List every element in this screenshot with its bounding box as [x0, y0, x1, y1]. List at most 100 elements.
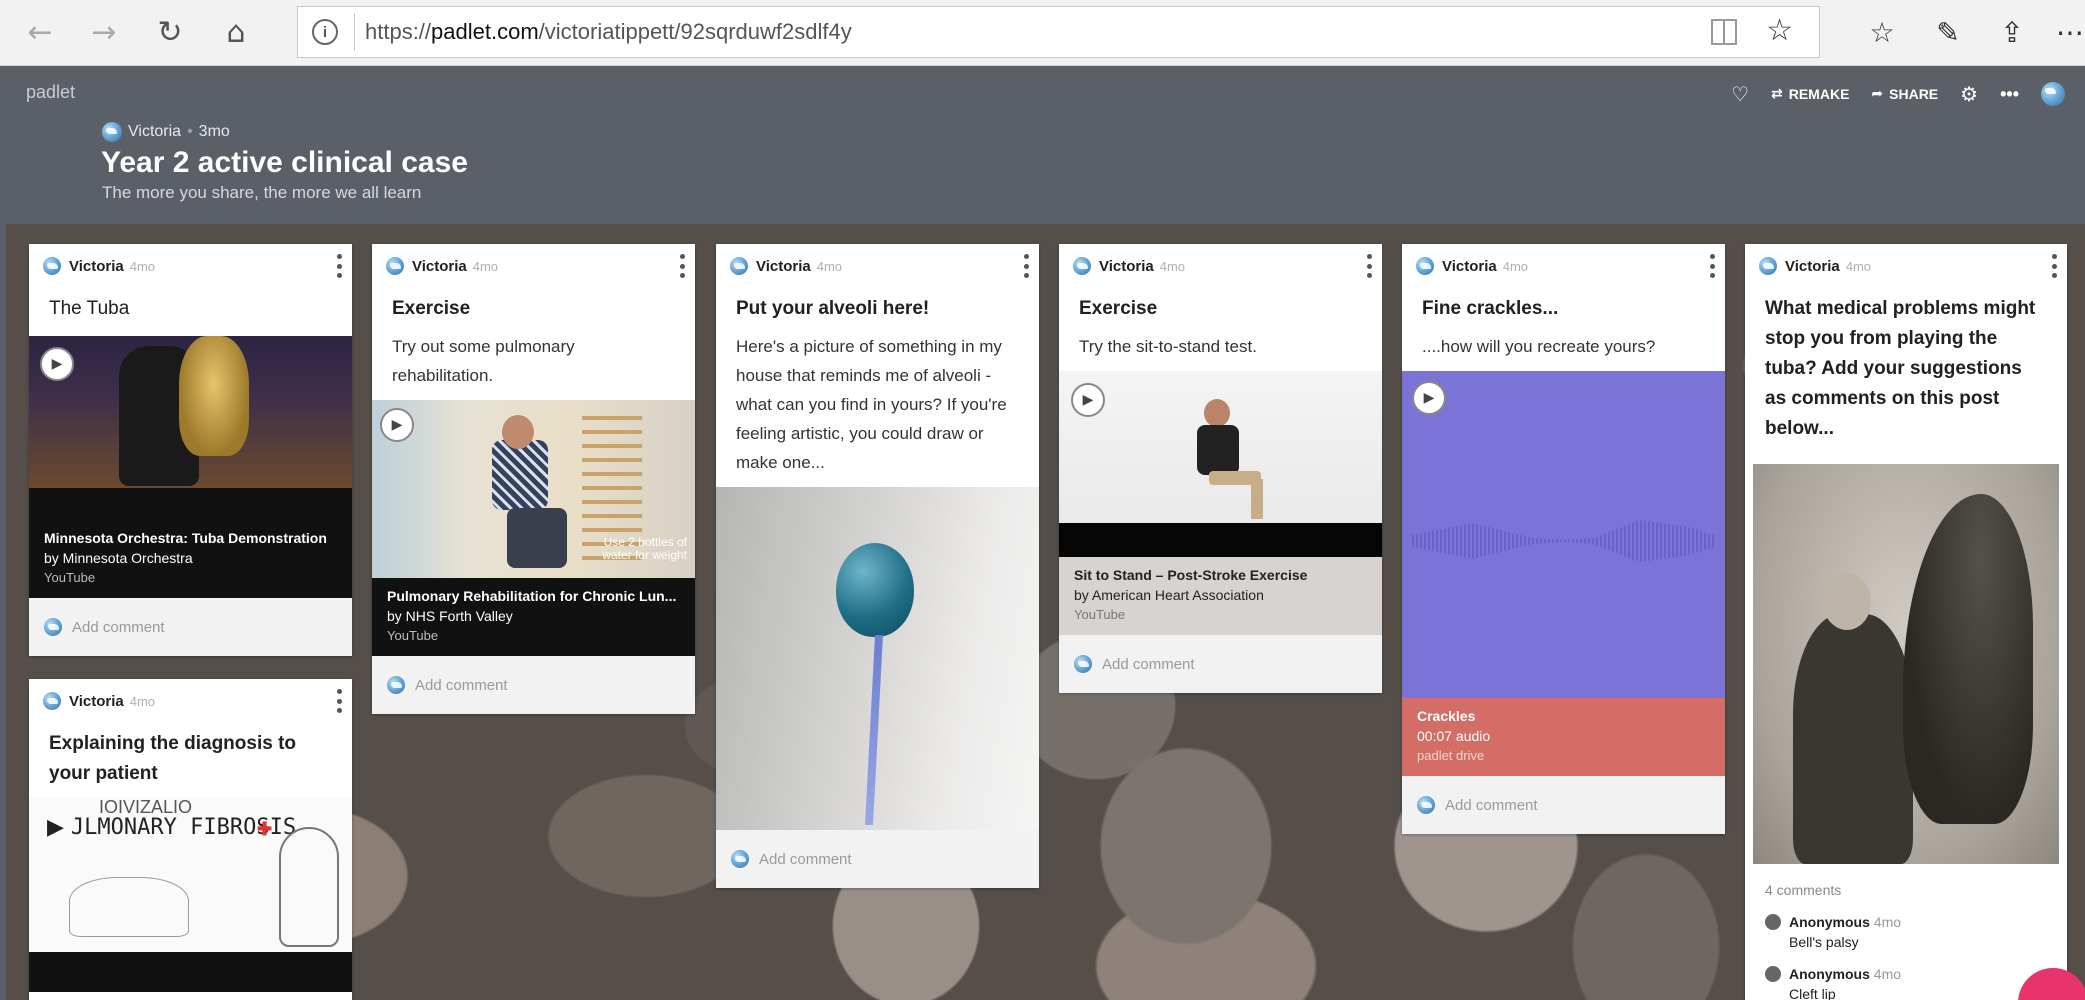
post-body: ....how will you recreate yours? [1422, 337, 1656, 356]
more-icon[interactable]: ⋯ [2050, 12, 2085, 52]
share-button[interactable]: ➦ SHARE [1871, 86, 1938, 102]
browser-toolbar: ← → ↻ ⌂ i https://padlet.com/victoriatip… [0, 0, 2085, 66]
audio-waveform [1412, 520, 1715, 562]
post-menu-icon[interactable] [679, 254, 685, 278]
post-header: Victoria 4mo [29, 244, 352, 288]
post-header: Victoria 4mo [1059, 244, 1382, 288]
video-thumbnail[interactable]: Use 2 bottles of water for weight ▶ [372, 400, 695, 578]
post-menu-icon[interactable] [1023, 254, 1029, 278]
settings-icon[interactable]: ⚙ [1960, 82, 1978, 106]
post-body: Try out some pulmonary rehabilitation. [392, 337, 575, 385]
video-thumbnail[interactable]: ▶ [29, 336, 352, 488]
post-menu-icon[interactable] [1709, 254, 1715, 278]
audio-player[interactable]: ▶ [1402, 371, 1725, 698]
commenter-avatar [1074, 655, 1092, 673]
post-title: The Tuba [49, 298, 130, 319]
favorites-list-icon[interactable]: ☆ [1862, 12, 1902, 52]
comment-item: Anonymous 4mo Bell's palsy [1745, 906, 2067, 958]
user-avatar[interactable] [2041, 82, 2065, 106]
post-image[interactable] [716, 487, 1039, 830]
padlet-title: Year 2 active clinical case [101, 146, 468, 179]
post-header: Victoria 4mo [1402, 244, 1725, 288]
post-title: Exercise [1079, 298, 1158, 319]
padlet-subtitle: The more you share, the more we all lear… [102, 183, 422, 202]
remake-button[interactable]: ⇄ REMAKE [1771, 86, 1849, 102]
like-icon[interactable]: ♡ [1731, 82, 1749, 106]
video-caption: Sit to Stand – Post-Stroke Exercise by A… [1059, 557, 1382, 635]
video-thumbnail[interactable]: IOIVIZALIO ▶ JLMONARY FIBROSIS ✚ [29, 797, 352, 952]
post-title: Exercise [392, 298, 471, 319]
add-comment-button[interactable]: Add comment [1402, 776, 1725, 834]
reading-view-icon[interactable] [1711, 19, 1737, 45]
video-caption: Pulmonary Rehabilitation for Chronic Lun… [372, 578, 695, 656]
padlet-logo[interactable]: padlet [26, 82, 75, 103]
post-card-alveoli[interactable]: Victoria 4mo Put your alveoli here! Here'… [716, 244, 1039, 888]
author-avatar [102, 122, 122, 142]
anonymous-avatar-icon [1765, 966, 1781, 982]
author-avatar [1416, 257, 1434, 275]
post-header: Victoria 4mo [1745, 244, 2067, 288]
author-avatar [1073, 257, 1091, 275]
post-menu-icon[interactable] [336, 689, 342, 713]
author-avatar [730, 257, 748, 275]
play-icon[interactable]: ▶ [1071, 383, 1105, 417]
commenter-avatar [731, 850, 749, 868]
play-icon[interactable]: ▶ [380, 408, 414, 442]
post-title: Explaining the diagnosis to your patient [49, 733, 297, 784]
post-card-crackles[interactable]: Victoria 4mo Fine crackles... ....how wil… [1402, 244, 1725, 834]
post-title: Put your alveoli here! [736, 298, 930, 319]
post-header: Victoria 4mo [29, 679, 352, 723]
padlet-meta: Victoria • 3mo [102, 122, 230, 142]
post-header: Victoria 4mo [716, 244, 1039, 288]
commenter-avatar [1417, 796, 1435, 814]
add-comment-button[interactable]: Add comment [29, 598, 352, 656]
post-card-diagnosis[interactable]: Victoria 4mo Explaining the diagnosis to … [29, 679, 352, 1000]
pen-icon[interactable]: ✎ [1928, 12, 1968, 52]
post-menu-icon[interactable] [336, 254, 342, 278]
video-caption: Minnesota Orchestra: Tuba Demonstration … [29, 488, 352, 598]
forward-icon[interactable]: → [86, 14, 122, 50]
add-comment-button[interactable]: Add comment [716, 830, 1039, 888]
add-comment-button[interactable]: Add comment [1059, 635, 1382, 693]
more-options-icon[interactable]: ••• [2000, 84, 2019, 105]
commenter-avatar [44, 618, 62, 636]
post-body: Here's a picture of something in my hous… [736, 337, 1007, 472]
post-image[interactable] [1753, 464, 2059, 864]
refresh-icon[interactable]: ↻ [152, 14, 188, 50]
url-text[interactable]: https://padlet.com/victoriatippett/92sqr… [365, 19, 852, 45]
post-header: Victoria 4mo [372, 244, 695, 288]
author-avatar [43, 692, 61, 710]
header-actions: ♡ ⇄ REMAKE ➦ SHARE ⚙ ••• [1731, 82, 2065, 106]
post-title: What medical problems might stop you fro… [1765, 298, 2036, 439]
add-comment-button[interactable]: Add comment [372, 656, 695, 714]
favorite-star-icon[interactable]: ☆ [1766, 13, 1793, 48]
author-avatar [386, 257, 404, 275]
share-icon[interactable]: ⇪ [1992, 12, 2032, 52]
post-card-tuba[interactable]: Victoria 4mo The Tuba ▶ Minnesota Orchest… [29, 244, 352, 656]
audio-caption: Crackles 00:07 audio padlet drive [1402, 698, 1725, 776]
remake-icon: ⇄ [1771, 86, 1783, 102]
post-body: Try the sit-to-stand test. [1079, 337, 1257, 356]
video-thumbnail[interactable]: ▶ [1059, 371, 1382, 557]
post-card-exercise-2[interactable]: Victoria 4mo Exercise Try the sit-to-stan… [1059, 244, 1382, 693]
padlet-header: padlet ♡ ⇄ REMAKE ➦ SHARE ⚙ ••• Victoria •… [6, 66, 2085, 224]
info-icon[interactable]: i [312, 19, 338, 45]
anonymous-avatar-icon [1765, 914, 1781, 930]
post-menu-icon[interactable] [2051, 254, 2057, 278]
post-title: Fine crackles... [1422, 298, 1559, 319]
play-icon[interactable]: ▶ [1412, 381, 1446, 415]
home-icon[interactable]: ⌂ [218, 14, 254, 50]
cross-icon: ✚ [257, 819, 273, 839]
post-card-tuba-question[interactable]: Victoria 4mo What medical problems might … [1745, 244, 2067, 1000]
address-bar[interactable]: i https://padlet.com/victoriatippett/92s… [297, 6, 1820, 58]
back-icon[interactable]: ← [22, 14, 58, 50]
comment-count[interactable]: 4 comments [1745, 864, 2067, 906]
author-avatar [1759, 257, 1777, 275]
share-arrow-icon: ➦ [1871, 86, 1884, 102]
post-card-exercise-1[interactable]: Victoria 4mo Exercise Try out some pulmon… [372, 244, 695, 714]
author-avatar [43, 257, 61, 275]
commenter-avatar [387, 676, 405, 694]
play-icon[interactable]: ▶ [40, 347, 74, 381]
address-separator [354, 13, 355, 51]
post-menu-icon[interactable] [1366, 254, 1372, 278]
